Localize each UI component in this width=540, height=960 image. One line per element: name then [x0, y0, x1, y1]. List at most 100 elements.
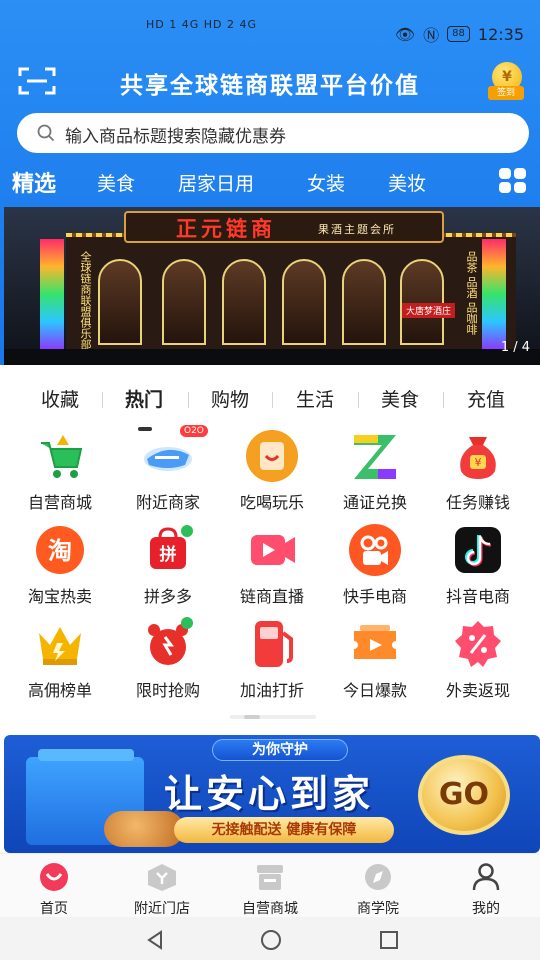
nav-home[interactable]: 首页 [0, 862, 108, 918]
system-navigation-bar [0, 917, 540, 960]
tab-recharge[interactable]: 充值 [444, 385, 528, 412]
grid-item-eat-drink[interactable]: 吃喝玩乐 [218, 427, 326, 515]
grid-item-live[interactable]: 链商直播 [218, 521, 326, 609]
grid-item-token-exchange[interactable]: 通证兑换 [321, 427, 429, 515]
clock: 12:35 [477, 24, 524, 44]
eye-icon: 👁 [394, 24, 416, 44]
kuaishou-icon [349, 524, 401, 576]
page-title: 共享全球链商联盟平台价值 [120, 73, 420, 99]
nav-me[interactable]: 我的 [432, 862, 540, 918]
tab-food[interactable]: 美食 [358, 385, 442, 412]
banner-sign-sub: 果酒主题会所 [318, 223, 396, 236]
taobao-icon: 淘 [36, 526, 84, 574]
crown-icon [39, 627, 81, 665]
sign-in-button[interactable]: ¥ 签到 [486, 62, 526, 102]
nav-label: 附近门店 [134, 901, 190, 917]
grid-item-label: 淘宝热卖 [27, 587, 92, 606]
grid-item-flash-sale[interactable]: 限时抢购 [114, 615, 222, 703]
smile-bag-icon [246, 430, 298, 482]
category-beauty[interactable]: 美妆 [388, 169, 426, 196]
grid-item-label: 通证兑换 [342, 493, 407, 512]
grid-item-taobao[interactable]: 淘 淘宝热卖 [6, 521, 114, 609]
grid-item-nearby-merchants[interactable]: O2O 附近商家 [114, 425, 222, 515]
percent-badge-icon [455, 621, 501, 667]
grid-item-label: 限时抢购 [135, 681, 200, 700]
home-smile-icon [40, 863, 68, 891]
grid-item-self-mall[interactable]: 自营商城 [6, 427, 114, 515]
grid-item-label: 附近商家 [135, 493, 200, 512]
category-tabs: 精选 美食 居家日用 女装 美妆 [0, 163, 540, 203]
nav-nearby-stores[interactable]: 附近门店 [108, 862, 216, 918]
category-home[interactable]: 居家日用 [178, 169, 254, 196]
grid-item-label: 拼多多 [143, 587, 192, 606]
airplane-icon [144, 447, 192, 471]
grid-item-fuel-discount[interactable]: 加油打折 [218, 615, 326, 703]
fuel-pump-icon [255, 621, 293, 667]
category-food[interactable]: 美食 [97, 169, 135, 196]
grid-item-pinduoduo[interactable]: 拼 拼多多 [114, 521, 222, 609]
grid-item-kuaishou[interactable]: 快手电商 [321, 521, 429, 609]
svg-text:¥: ¥ [475, 456, 482, 469]
tab-life[interactable]: 生活 [273, 385, 357, 412]
scan-icon[interactable] [18, 66, 56, 96]
play-icon [251, 535, 295, 565]
back-icon[interactable] [144, 929, 166, 951]
user-icon [472, 863, 500, 891]
grid-item-takeaway-cashback[interactable]: 外卖返现 [424, 615, 532, 703]
nav-label: 自营商城 [242, 901, 298, 917]
promo-headline: 让安心到家 [164, 772, 375, 816]
money-bag-icon: ¥ [460, 437, 496, 479]
grid-item-label: 外卖返现 [445, 681, 510, 700]
grid-item-douyin[interactable]: 抖音电商 [424, 521, 532, 609]
hero-banner[interactable]: 正元链商 果酒主题会所 全球链商联盟俱乐部 品茶 品酒 品咖啡 大唐梦酒庄 1 … [4, 207, 540, 365]
nav-academy[interactable]: 商学院 [324, 862, 432, 918]
category-women[interactable]: 女装 [307, 169, 345, 196]
promo-banner[interactable]: 为你守护 让安心到家 无接触配送 健康有保障 GO [4, 735, 540, 853]
banner-right-text: 品茶 品酒 品咖啡 [465, 251, 478, 335]
grid-item-label: 任务赚钱 [445, 493, 510, 512]
network-indicator: HD 1 4G HD 2 4G [146, 18, 258, 31]
z-token-icon [354, 435, 396, 479]
grid-item-task-earn[interactable]: ¥ 任务赚钱 [424, 427, 532, 515]
shopping-cart-icon [41, 435, 83, 478]
promo-subline: 无接触配送 健康有保障 [174, 817, 394, 843]
grid-item-label: 吃喝玩乐 [239, 493, 304, 512]
function-tabs: 收藏 热门 购物 生活 美食 充值 [0, 383, 540, 431]
nav-label: 首页 [40, 901, 68, 917]
category-featured[interactable]: 精选 [12, 166, 56, 198]
svg-text:淘: 淘 [48, 537, 72, 565]
status-bar: HD 1 4G HD 2 4G 👁 Ⓝ 88 12:35 [0, 0, 540, 62]
grid-item-daily-hot[interactable]: 今日爆款 [321, 615, 429, 703]
grid-page-indicator [230, 715, 316, 719]
nav-label: 商学院 [357, 901, 399, 917]
sign-in-label: 签到 [488, 86, 524, 100]
tab-favorites[interactable]: 收藏 [18, 385, 102, 412]
grid-item-label: 快手电商 [342, 587, 407, 606]
tab-shopping[interactable]: 购物 [188, 385, 272, 412]
banner-store-sign: 大唐梦酒庄 [402, 303, 456, 318]
grid-item-label: 链商直播 [239, 587, 304, 606]
nav-label: 我的 [472, 901, 500, 917]
grid-item-high-commission[interactable]: 高佣榜单 [6, 615, 114, 703]
recents-icon[interactable] [378, 929, 400, 951]
search-input[interactable]: 输入商品标题搜索隐藏优惠券 [17, 113, 529, 153]
grid-item-label: 自营商城 [27, 493, 92, 512]
category-grid-icon[interactable] [498, 167, 528, 195]
grid-item-label: 今日爆款 [342, 681, 407, 700]
nfc-icon: Ⓝ [423, 26, 440, 45]
grid-item-label: 抖音电商 [445, 587, 510, 606]
alarm-clock-icon [148, 617, 193, 665]
nav-self-mall[interactable]: 自营商城 [216, 862, 324, 918]
svg-text:拼: 拼 [160, 544, 177, 565]
bottom-navigation: 首页 附近门店 自营商城 商学院 我的 [0, 853, 540, 917]
tab-hot[interactable]: 热门 [102, 385, 186, 412]
go-button[interactable]: GO [418, 755, 510, 835]
home-icon[interactable] [260, 929, 282, 951]
battery-indicator: 88 [447, 26, 470, 42]
app-header: 共享全球链商联盟平台价值 ¥ 签到 [0, 62, 540, 102]
store-cube-icon [148, 864, 176, 891]
banner-sign-main: 正元链商 [176, 217, 276, 241]
o2o-badge: O2O [180, 425, 208, 437]
ticket-icon [354, 625, 396, 659]
banner-sign [124, 211, 444, 243]
